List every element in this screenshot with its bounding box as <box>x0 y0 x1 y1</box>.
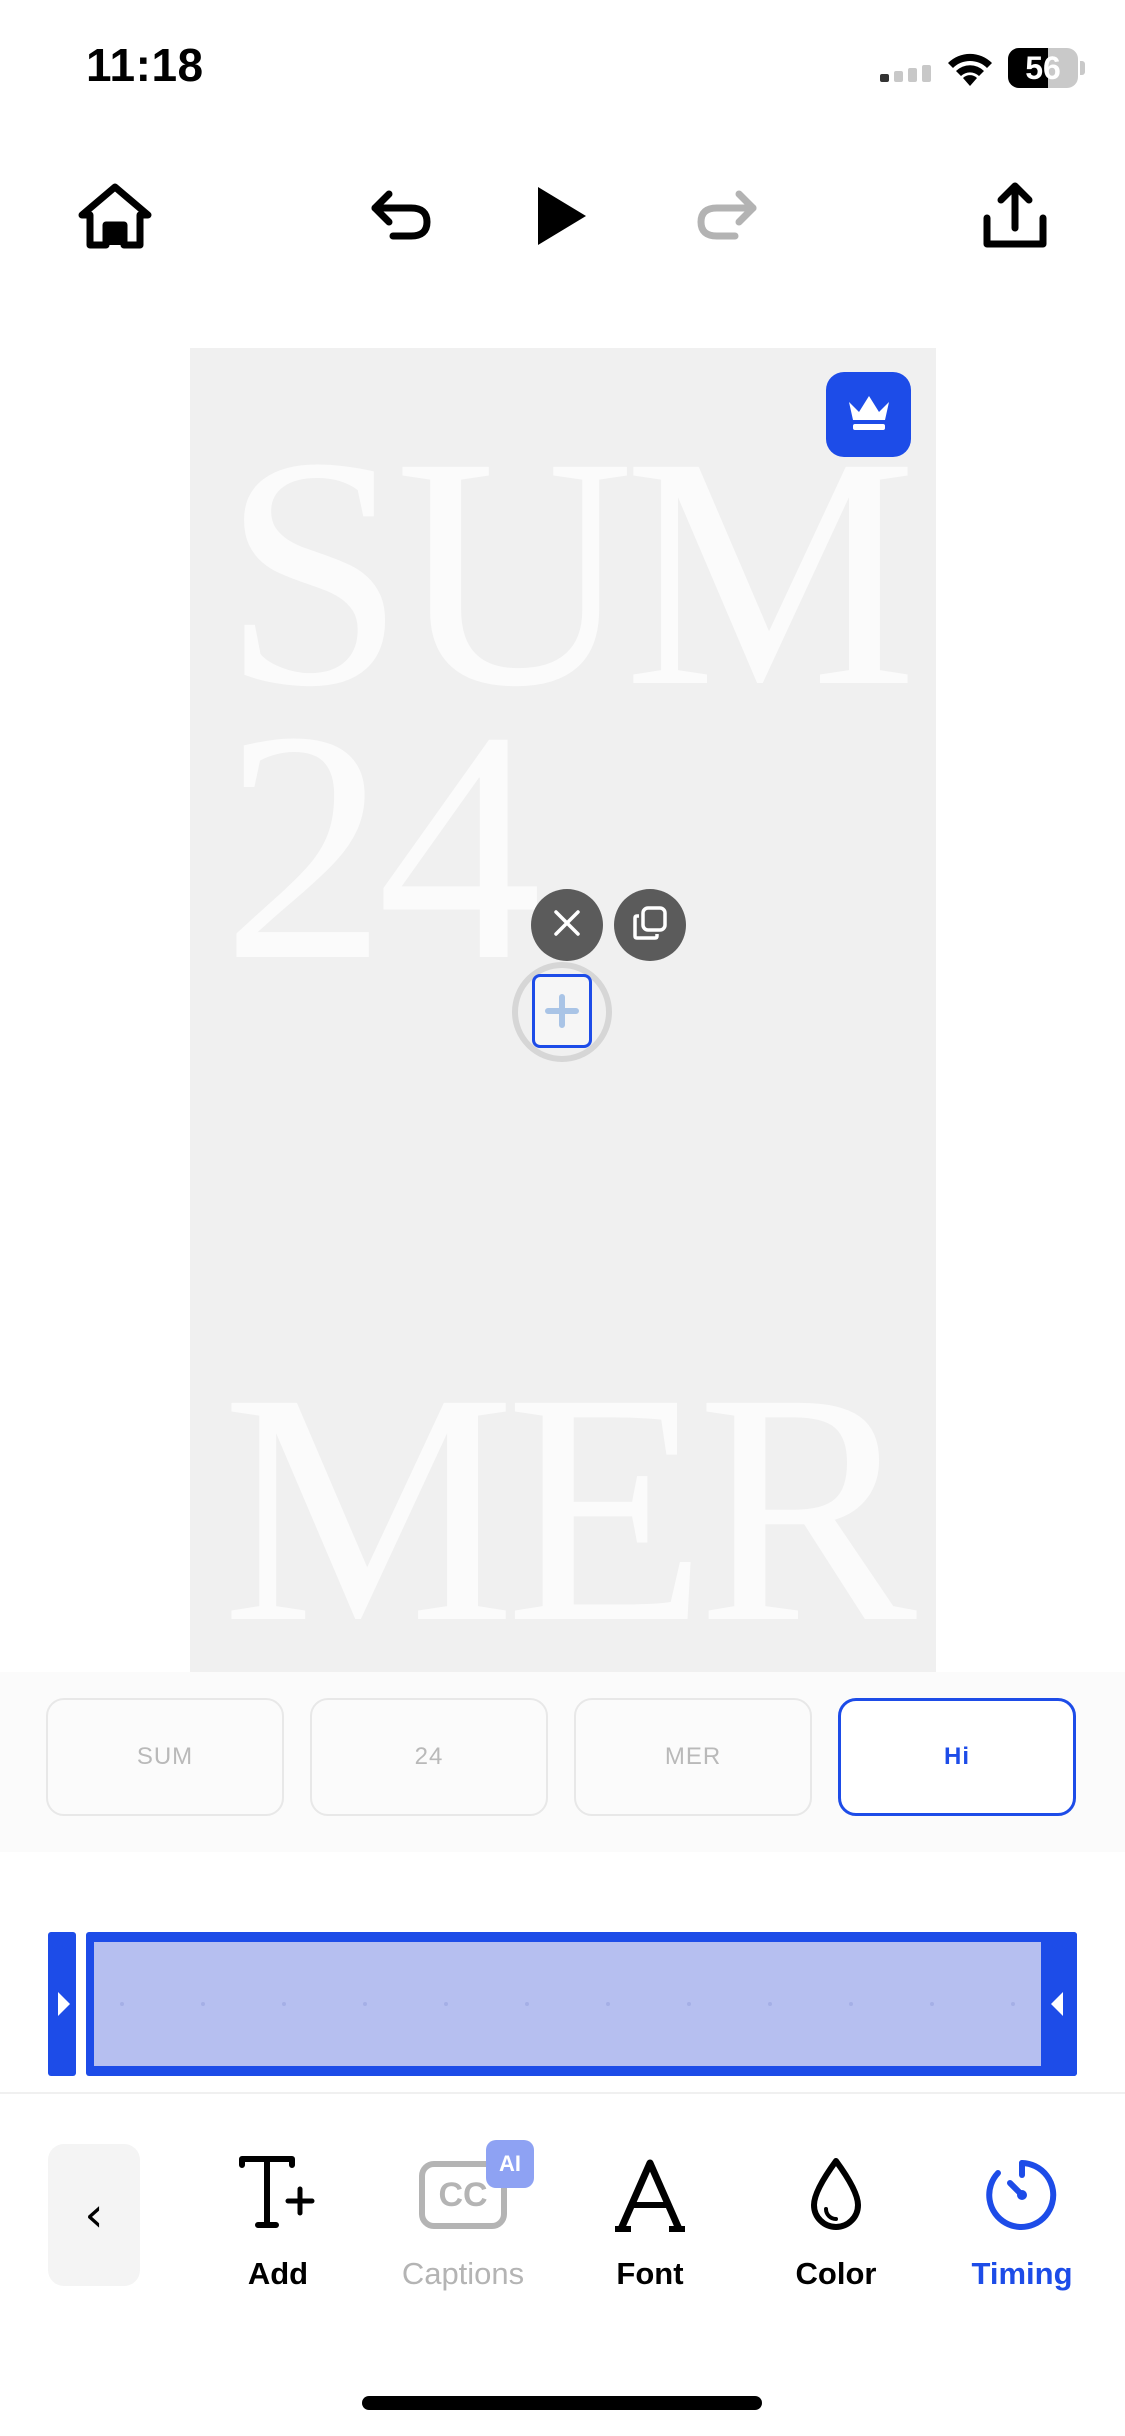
redo-icon <box>695 188 761 242</box>
text-add-icon <box>238 2150 318 2240</box>
text-chip-sum[interactable]: SUM <box>46 1698 284 1816</box>
play-button[interactable] <box>526 176 596 256</box>
text-chip-hi[interactable]: Hi <box>838 1698 1076 1816</box>
text-chip-24[interactable]: 24 <box>310 1698 548 1816</box>
duplicate-icon <box>631 904 669 947</box>
delete-text-button[interactable] <box>531 889 603 961</box>
undo-button[interactable] <box>360 180 440 250</box>
undo-icon <box>367 188 433 242</box>
timing-clip[interactable] <box>86 1932 1077 2076</box>
font-icon <box>615 2150 685 2240</box>
color-drop-icon <box>806 2150 866 2240</box>
timing-clip-fill <box>94 1942 1041 2066</box>
play-icon <box>534 185 588 247</box>
move-handle-icon <box>545 994 579 1028</box>
premium-button[interactable] <box>826 372 911 457</box>
battery-level: 56 <box>1025 50 1061 86</box>
timeline-end-handle[interactable] <box>1041 1932 1077 2076</box>
battery-tip <box>1080 61 1085 75</box>
captions-icon: CC AI <box>418 2140 534 2240</box>
text-chip-mer[interactable]: MER <box>574 1698 812 1816</box>
battery-icon: 56 <box>1008 48 1078 88</box>
crown-icon <box>845 392 893 437</box>
timing-icon <box>984 2150 1060 2240</box>
share-icon <box>981 182 1049 250</box>
tool-color[interactable]: Color <box>756 2150 916 2300</box>
tool-timing-label: Timing <box>971 2256 1073 2291</box>
svg-text:CC: CC <box>438 2176 487 2214</box>
timeline-start-handle[interactable] <box>48 1932 76 2076</box>
home-button[interactable] <box>70 176 160 256</box>
tool-captions-label: Captions <box>401 2256 525 2291</box>
tool-add[interactable]: Add <box>198 2150 358 2300</box>
redo-button[interactable] <box>688 180 768 250</box>
tool-captions[interactable]: CC AI Captions <box>383 2140 543 2300</box>
handle-arrow-icon <box>1051 1992 1063 2016</box>
divider <box>0 2092 1125 2094</box>
tool-timing[interactable]: Timing <box>942 2150 1102 2300</box>
handle-arrow-icon <box>58 1992 70 2016</box>
home-indicator <box>362 2396 762 2410</box>
timing-track[interactable] <box>48 1932 1077 2076</box>
duplicate-text-button[interactable] <box>614 889 686 961</box>
close-icon <box>552 908 582 943</box>
tool-color-label: Color <box>795 2256 877 2291</box>
canvas-text-24[interactable]: 24 <box>222 682 542 1012</box>
tool-font[interactable]: Font <box>570 2150 730 2300</box>
home-icon <box>78 183 152 249</box>
status-time: 11:18 <box>86 39 204 91</box>
wifi-icon <box>944 48 1000 88</box>
ai-badge: AI <box>486 2140 534 2188</box>
share-button[interactable] <box>970 176 1060 256</box>
canvas-text-mer[interactable]: MER <box>222 1344 917 1674</box>
selected-text-box[interactable] <box>532 974 592 1048</box>
tool-font-label: Font <box>616 2256 684 2291</box>
back-button[interactable]: ‹ <box>48 2144 140 2286</box>
cellular-signal-icon <box>880 62 936 82</box>
tool-add-label: Add <box>247 2256 309 2291</box>
